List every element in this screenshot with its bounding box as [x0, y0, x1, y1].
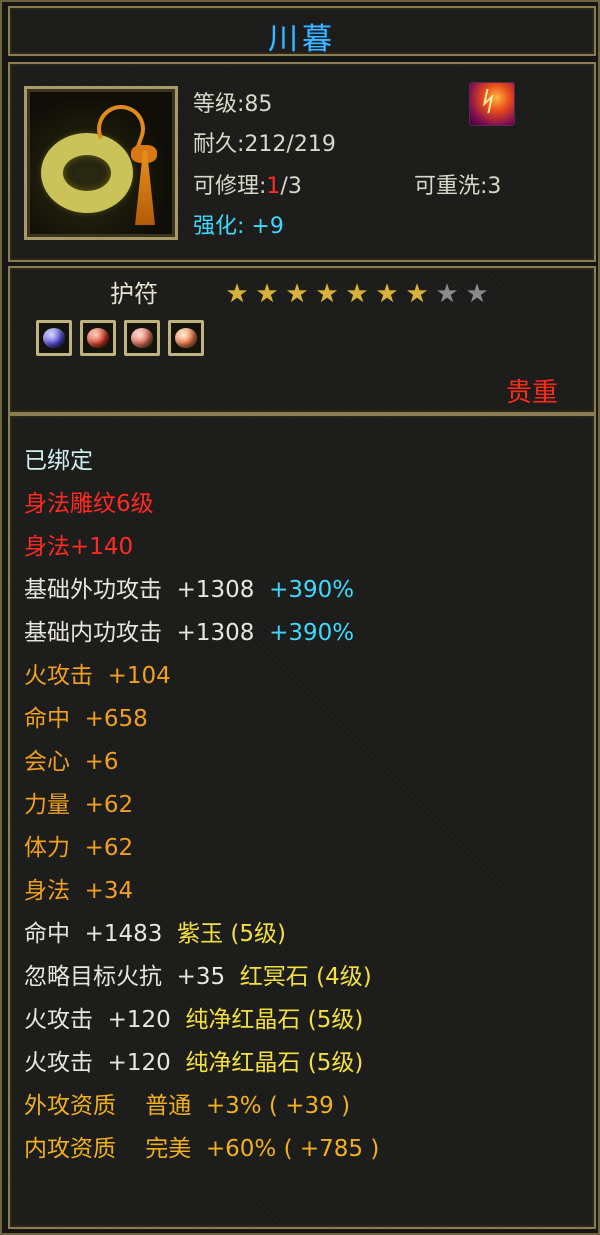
rewash-stat: 可重洗:3 [414, 168, 501, 200]
rewash-value: 3 [487, 174, 502, 199]
star-icon: ★ [345, 279, 369, 309]
attribute-line: 身法雕纹6级 [24, 489, 154, 519]
repair-total: /3 [280, 174, 302, 199]
attribute-text: 身法雕纹6级 [24, 491, 154, 517]
attribute-text: 紫玉 (5级) [177, 921, 286, 947]
attribute-line: 命中 +1483 紫玉 (5级) [24, 919, 286, 949]
attribute-text: 外攻资质 普通 +3% ( +39 ) [24, 1093, 351, 1119]
blue-gem-icon[interactable] [36, 320, 72, 356]
red-gem-icon[interactable] [124, 320, 160, 356]
rarity-label: 贵重 [505, 378, 558, 408]
category-panel: 护符 ★ ★ ★ ★ ★ ★ ★ ★ ★ 贵重 [8, 266, 596, 414]
attribute-line: 身法+140 [24, 532, 133, 562]
attribute-line: 基础内功攻击 +1308 +390% [24, 618, 354, 648]
item-info-panel: 等级:85 耐久:212/219 可修理:1/3 可重洗:3 强化: +9 ᛋ [8, 62, 596, 262]
star-icon: ★ [375, 279, 399, 309]
level-label: 等级: [193, 92, 245, 117]
attribute-text: 已绑定 [24, 448, 93, 474]
attribute-line: 火攻击 +120 纯净红晶石 (5级) [24, 1048, 363, 1078]
star-icon: ★ [285, 279, 309, 309]
attribute-text: +390% [269, 577, 355, 603]
item-name: 川暮 [268, 22, 336, 57]
attribute-text: 基础外功攻击 +1308 [24, 577, 270, 603]
attribute-text: 会心 +6 [24, 749, 119, 775]
attribute-line: 已绑定 [24, 446, 93, 476]
attribute-text: 基础内功攻击 +1308 [24, 620, 270, 646]
enhance-stat: 强化: +9 [193, 208, 284, 240]
attribute-line: 火攻击 +104 [24, 661, 171, 691]
attribute-text: 纯净红晶石 (5级) [185, 1007, 364, 1033]
attribute-line: 火攻击 +120 纯净红晶石 (5级) [24, 1005, 363, 1035]
durability-stat: 耐久:212/219 [193, 126, 336, 158]
enhance-label: 强化: [193, 214, 245, 239]
category-label: 护符 [110, 280, 158, 308]
red-gem-icon[interactable] [80, 320, 116, 356]
attribute-text: 身法 +34 [24, 878, 134, 904]
red-gem-icon[interactable] [168, 320, 204, 356]
level-stat: 等级:85 [193, 86, 272, 118]
title-bar: 川暮 [8, 6, 596, 57]
star-rating: ★ ★ ★ ★ ★ ★ ★ ★ ★ [222, 280, 492, 308]
attributes-panel: 已绑定 身法雕纹6级 身法+140 基础外功攻击 +1308 +390% 基础内功攻击 … [8, 414, 596, 1229]
attribute-text: 火攻击 +120 [24, 1007, 186, 1033]
attribute-text: 纯净红晶石 (5级) [185, 1050, 364, 1076]
durability-label: 耐久: [193, 132, 245, 157]
attribute-line: 内攻资质 完美 +60% ( +785 ) [24, 1134, 379, 1164]
attribute-text: 红冥石 (4级) [239, 964, 372, 990]
attribute-text: 身法+140 [24, 534, 134, 560]
star-icon: ★ [435, 279, 459, 309]
attribute-line: 力量 +62 [24, 790, 133, 820]
durability-value: 212/219 [244, 132, 336, 157]
repair-used: 1 [266, 174, 281, 199]
star-icon: ★ [315, 279, 339, 309]
attribute-line: 外攻资质 普通 +3% ( +39 ) [24, 1091, 350, 1121]
attribute-line: 忽略目标火抗 +35 红冥石 (4级) [24, 962, 372, 992]
star-icon: ★ [255, 279, 279, 309]
attribute-line: 会心 +6 [24, 747, 119, 777]
item-icon-frame[interactable] [24, 86, 178, 240]
attribute-text: 命中 +658 [24, 706, 148, 732]
bound-badge-icon: ᛋ [469, 82, 515, 126]
attribute-text: 火攻击 +104 [24, 663, 171, 689]
star-icon: ★ [465, 279, 489, 309]
attribute-text: 内攻资质 完美 +60% ( +785 ) [24, 1136, 380, 1162]
attribute-line: 基础外功攻击 +1308 +390% [24, 575, 354, 605]
attribute-text: 忽略目标火抗 +35 [24, 964, 240, 990]
gem-sockets [36, 320, 204, 356]
repair-stat: 可修理:1/3 [193, 168, 302, 200]
attribute-text: 力量 +62 [24, 792, 134, 818]
attribute-text: 火攻击 +120 [24, 1050, 186, 1076]
rewash-label: 可重洗: [414, 174, 488, 199]
attribute-text: +390% [269, 620, 355, 646]
attribute-line: 体力 +62 [24, 833, 133, 863]
repair-label: 可修理: [193, 174, 267, 199]
star-icon: ★ [405, 279, 429, 309]
attribute-text: 命中 +1483 [24, 921, 178, 947]
attribute-line: 身法 +34 [24, 876, 133, 906]
item-tooltip: 川暮 等级:85 耐久:212/219 可修理:1/3 可重洗:3 强化: +9 [0, 0, 600, 1235]
star-icon: ★ [225, 279, 249, 309]
attribute-line: 命中 +658 [24, 704, 148, 734]
attribute-text: 体力 +62 [24, 835, 134, 861]
enhance-value: +9 [251, 214, 284, 239]
level-value: 85 [244, 92, 273, 117]
